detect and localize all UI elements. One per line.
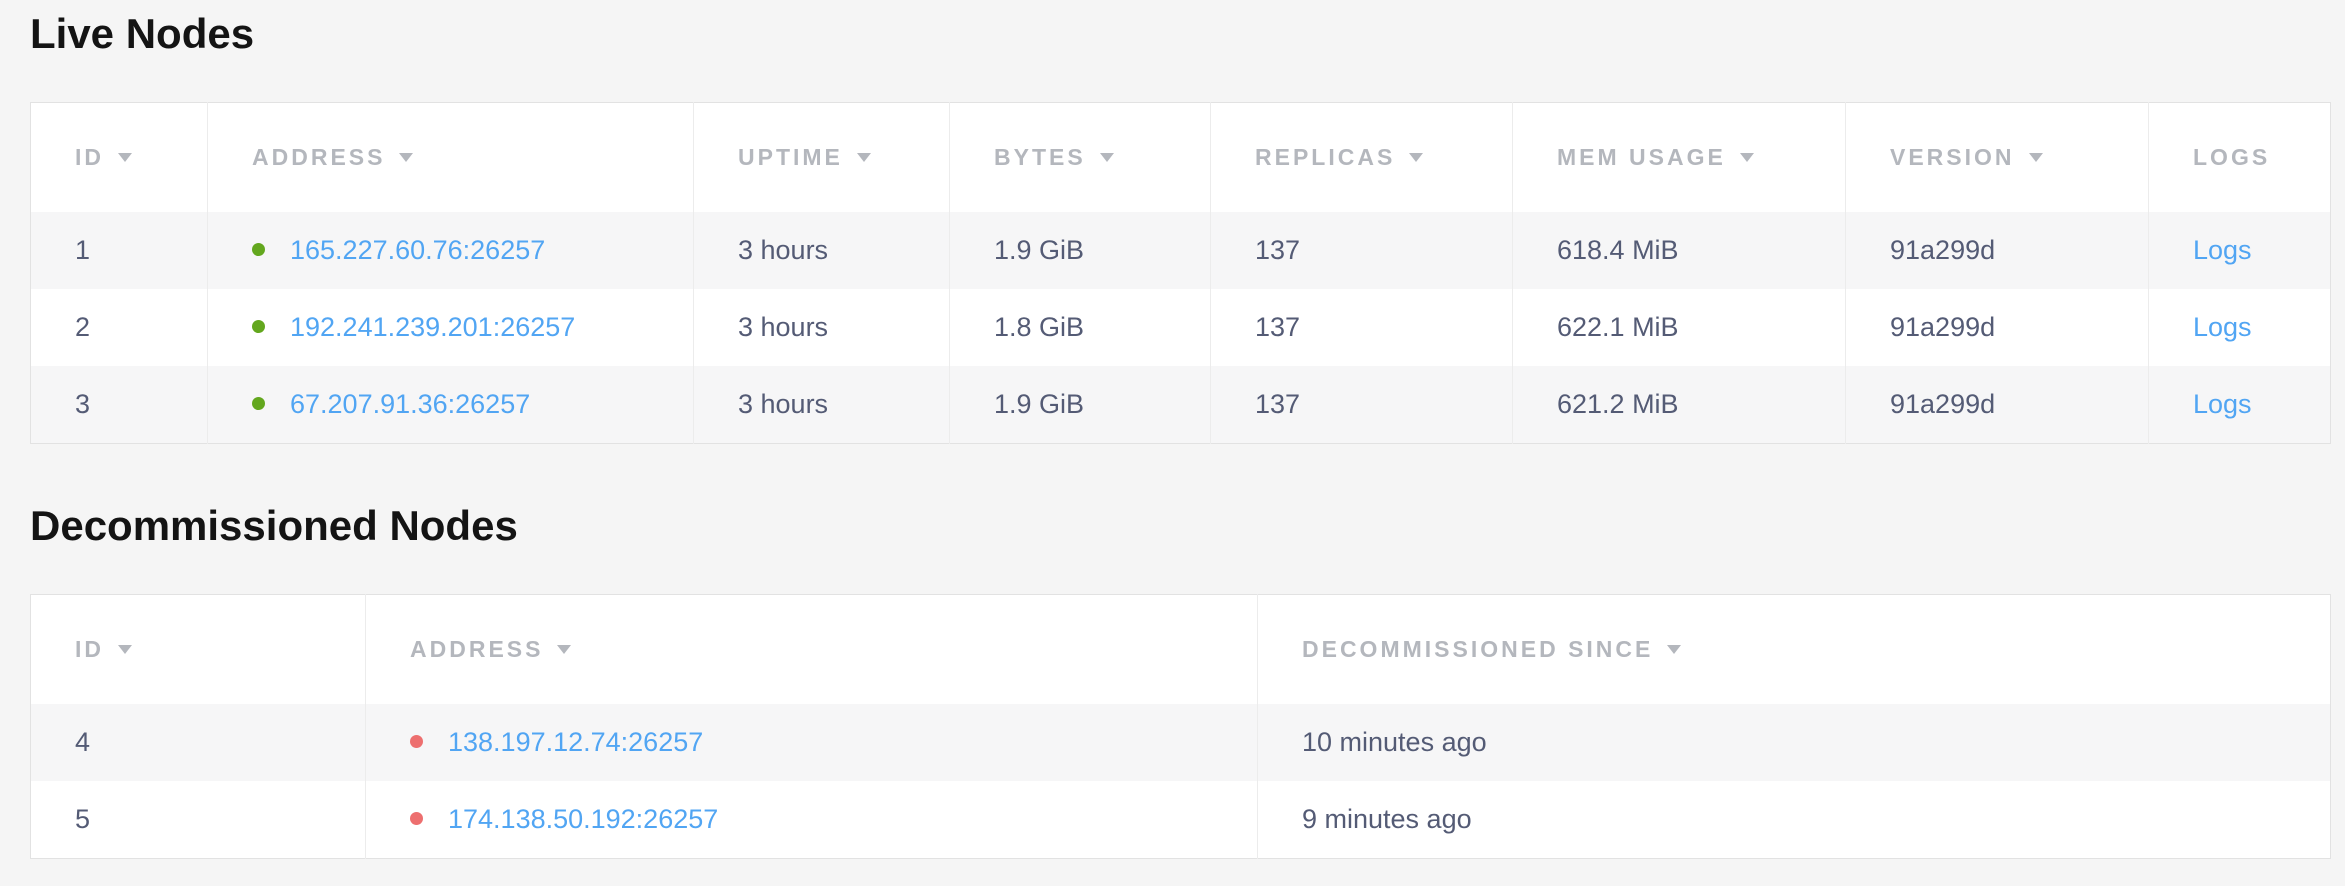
column-header-bytes[interactable]: BYTES — [950, 103, 1211, 213]
bytes-cell: 1.8 GiB — [950, 289, 1211, 366]
sort-arrow-icon — [399, 153, 413, 162]
sort-arrow-icon — [1100, 153, 1114, 162]
uptime-cell: 3 hours — [694, 212, 950, 289]
column-header-version[interactable]: VERSION — [1846, 103, 2149, 213]
live-status-dot-icon — [252, 320, 265, 333]
mem-usage-cell: 621.2 MiB — [1513, 366, 1846, 444]
live-nodes-header-row: ID ADDRESS UPTIME BYTES REPLICAS MEM USA… — [31, 103, 2331, 213]
column-header-address[interactable]: ADDRESS — [366, 595, 1258, 705]
column-header-label: ADDRESS — [410, 636, 543, 662]
table-row: 1 165.227.60.76:26257 3 hours 1.9 GiB 13… — [31, 212, 2331, 289]
nodes-overview-page: Live Nodes ID ADDRESS UPTIME BYTES REPLI… — [30, 0, 2330, 859]
sort-arrow-icon — [2029, 153, 2043, 162]
decommissioned-nodes-header-row: ID ADDRESS DECOMMISSIONED SINCE — [31, 595, 2331, 705]
mem-usage-cell: 618.4 MiB — [1513, 212, 1846, 289]
column-header-label: LOGS — [2193, 144, 2270, 170]
live-status-dot-icon — [252, 243, 265, 256]
logs-link[interactable]: Logs — [2193, 235, 2252, 265]
node-id-cell: 3 — [31, 366, 208, 444]
node-address-cell: 165.227.60.76:26257 — [208, 212, 694, 289]
column-header-label: ID — [75, 636, 104, 662]
decommissioned-status-dot-icon — [410, 812, 423, 825]
live-status-dot-icon — [252, 397, 265, 410]
sort-arrow-icon — [1409, 153, 1423, 162]
column-header-label: ID — [75, 144, 104, 170]
logs-cell: Logs — [2149, 289, 2331, 366]
column-header-label: REPLICAS — [1255, 144, 1395, 170]
node-id-cell: 5 — [31, 781, 366, 859]
node-address-cell: 138.197.12.74:26257 — [366, 704, 1258, 781]
column-header-id[interactable]: ID — [31, 103, 208, 213]
version-cell: 91a299d — [1846, 212, 2149, 289]
mem-usage-cell: 622.1 MiB — [1513, 289, 1846, 366]
logs-link[interactable]: Logs — [2193, 312, 2252, 342]
address-link[interactable]: 165.227.60.76:26257 — [290, 235, 545, 265]
sort-arrow-icon — [1740, 153, 1754, 162]
replicas-cell: 137 — [1211, 212, 1513, 289]
logs-cell: Logs — [2149, 212, 2331, 289]
column-header-uptime[interactable]: UPTIME — [694, 103, 950, 213]
node-address-cell: 192.241.239.201:26257 — [208, 289, 694, 366]
sort-arrow-icon — [1667, 645, 1681, 654]
live-nodes-title: Live Nodes — [30, 0, 2330, 58]
version-cell: 91a299d — [1846, 289, 2149, 366]
node-id-cell: 1 — [31, 212, 208, 289]
column-header-address[interactable]: ADDRESS — [208, 103, 694, 213]
decommissioned-since-cell: 9 minutes ago — [1258, 781, 2331, 859]
column-header-label: DECOMMISSIONED SINCE — [1302, 636, 1653, 662]
uptime-cell: 3 hours — [694, 289, 950, 366]
decommissioned-since-cell: 10 minutes ago — [1258, 704, 2331, 781]
node-address-cell: 67.207.91.36:26257 — [208, 366, 694, 444]
logs-cell: Logs — [2149, 366, 2331, 444]
column-header-logs: LOGS — [2149, 103, 2331, 213]
node-id-cell: 4 — [31, 704, 366, 781]
address-link[interactable]: 174.138.50.192:26257 — [448, 804, 718, 834]
column-header-label: MEM USAGE — [1557, 144, 1726, 170]
column-header-mem-usage[interactable]: MEM USAGE — [1513, 103, 1846, 213]
replicas-cell: 137 — [1211, 366, 1513, 444]
live-nodes-table: ID ADDRESS UPTIME BYTES REPLICAS MEM USA… — [30, 102, 2331, 444]
bytes-cell: 1.9 GiB — [950, 212, 1211, 289]
node-id-cell: 2 — [31, 289, 208, 366]
column-header-label: VERSION — [1890, 144, 2015, 170]
table-row: 4 138.197.12.74:26257 10 minutes ago — [31, 704, 2331, 781]
table-row: 5 174.138.50.192:26257 9 minutes ago — [31, 781, 2331, 859]
address-link[interactable]: 67.207.91.36:26257 — [290, 389, 530, 419]
decommissioned-nodes-table: ID ADDRESS DECOMMISSIONED SINCE 4 138.19… — [30, 594, 2331, 859]
column-header-replicas[interactable]: REPLICAS — [1211, 103, 1513, 213]
table-row: 2 192.241.239.201:26257 3 hours 1.8 GiB … — [31, 289, 2331, 366]
sort-arrow-icon — [857, 153, 871, 162]
node-address-cell: 174.138.50.192:26257 — [366, 781, 1258, 859]
sort-arrow-icon — [118, 153, 132, 162]
address-link[interactable]: 192.241.239.201:26257 — [290, 312, 575, 342]
column-header-label: UPTIME — [738, 144, 843, 170]
decommissioned-nodes-title: Decommissioned Nodes — [30, 502, 2330, 550]
uptime-cell: 3 hours — [694, 366, 950, 444]
column-header-label: ADDRESS — [252, 144, 385, 170]
version-cell: 91a299d — [1846, 366, 2149, 444]
table-row: 3 67.207.91.36:26257 3 hours 1.9 GiB 137… — [31, 366, 2331, 444]
address-link[interactable]: 138.197.12.74:26257 — [448, 727, 703, 757]
sort-arrow-icon — [557, 645, 571, 654]
column-header-label: BYTES — [994, 144, 1086, 170]
logs-link[interactable]: Logs — [2193, 389, 2252, 419]
bytes-cell: 1.9 GiB — [950, 366, 1211, 444]
replicas-cell: 137 — [1211, 289, 1513, 366]
column-header-id[interactable]: ID — [31, 595, 366, 705]
decommissioned-status-dot-icon — [410, 735, 423, 748]
column-header-decommissioned-since[interactable]: DECOMMISSIONED SINCE — [1258, 595, 2331, 705]
sort-arrow-icon — [118, 645, 132, 654]
